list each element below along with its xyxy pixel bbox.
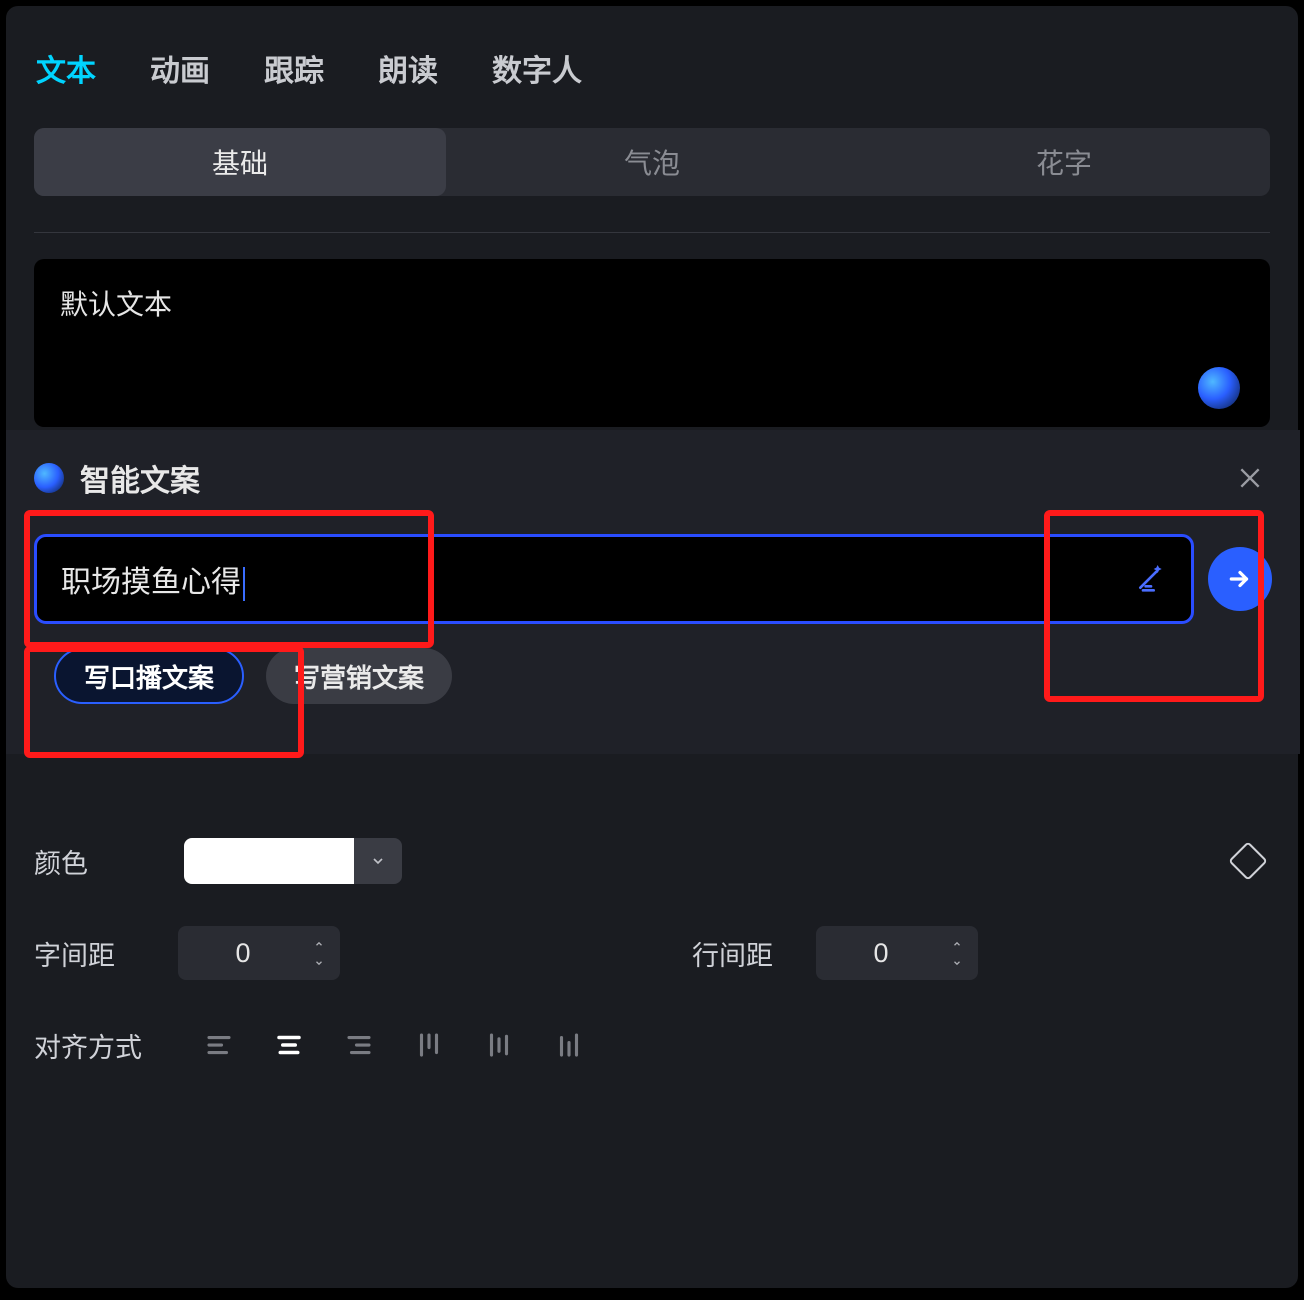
align-left-button[interactable] xyxy=(184,1018,254,1072)
color-label: 颜色 xyxy=(34,842,164,881)
chip-marketing-copy[interactable]: 写营销文案 xyxy=(266,648,452,704)
tab-digital-human[interactable]: 数字人 xyxy=(492,46,582,90)
alignment-group xyxy=(184,1018,604,1072)
vertical-align-center-icon xyxy=(484,1030,514,1060)
magic-wand-icon[interactable] xyxy=(1135,561,1167,598)
color-picker[interactable] xyxy=(184,834,402,888)
primary-tabs: 文本 动画 跟踪 朗读 数字人 xyxy=(6,16,1298,118)
chevron-down-icon xyxy=(370,853,386,869)
align-right-button[interactable] xyxy=(324,1018,394,1072)
vertical-align-left-icon xyxy=(414,1030,444,1060)
alignment-label: 对齐方式 xyxy=(34,1026,164,1065)
close-button[interactable] xyxy=(1230,458,1270,498)
close-icon xyxy=(1237,465,1263,491)
align-center-icon xyxy=(274,1030,304,1060)
color-swatch[interactable] xyxy=(184,838,354,884)
smart-copy-popup: 智能文案 职场摸鱼心得 xyxy=(6,430,1300,754)
popup-title: 智能文案 xyxy=(80,456,200,500)
letter-spacing-value: 0 xyxy=(178,938,308,969)
chevron-up-icon xyxy=(951,939,963,949)
divider xyxy=(34,232,1270,233)
ai-assist-icon[interactable] xyxy=(1198,367,1240,409)
letter-spacing-label: 字间距 xyxy=(34,934,164,973)
subtab-bubble[interactable]: 气泡 xyxy=(446,128,858,196)
subtab-basic[interactable]: 基础 xyxy=(34,128,446,196)
subtab-fancy-text[interactable]: 花字 xyxy=(858,128,1270,196)
line-spacing-value: 0 xyxy=(816,938,946,969)
prompt-input[interactable]: 职场摸鱼心得 xyxy=(34,534,1194,624)
arrow-right-icon xyxy=(1227,566,1253,592)
vertical-align-center-button[interactable] xyxy=(464,1018,534,1072)
text-content-input[interactable]: 默认文本 xyxy=(34,259,1270,427)
vertical-align-right-button[interactable] xyxy=(534,1018,604,1072)
align-left-icon xyxy=(204,1030,234,1060)
chip-voiceover-script[interactable]: 写口播文案 xyxy=(54,648,244,704)
text-content-value: 默认文本 xyxy=(60,289,172,320)
text-properties-panel: 文本 动画 跟踪 朗读 数字人 基础 气泡 花字 默认文本 智能文案 职场摸鱼心… xyxy=(6,6,1298,1288)
line-spacing-up[interactable] xyxy=(946,935,968,953)
tab-read-aloud[interactable]: 朗读 xyxy=(378,46,438,90)
vertical-align-left-button[interactable] xyxy=(394,1018,464,1072)
tab-animation[interactable]: 动画 xyxy=(150,46,210,90)
align-right-icon xyxy=(344,1030,374,1060)
letter-spacing-input[interactable]: 0 xyxy=(178,926,340,980)
letter-spacing-up[interactable] xyxy=(308,935,330,953)
vertical-align-right-icon xyxy=(554,1030,584,1060)
ai-orb-icon xyxy=(34,463,64,493)
chevron-up-icon xyxy=(313,939,325,949)
line-spacing-label: 行间距 xyxy=(692,934,802,973)
line-spacing-input[interactable]: 0 xyxy=(816,926,978,980)
letter-spacing-down[interactable] xyxy=(308,954,330,972)
tab-tracking[interactable]: 跟踪 xyxy=(264,46,324,90)
color-dropdown-toggle[interactable] xyxy=(354,838,402,884)
line-spacing-down[interactable] xyxy=(946,954,968,972)
chevron-down-icon xyxy=(951,958,963,968)
keyframe-diamond-icon[interactable] xyxy=(1228,841,1268,881)
tab-text[interactable]: 文本 xyxy=(36,46,96,90)
align-center-button[interactable] xyxy=(254,1018,324,1072)
style-sub-tabs: 基础 气泡 花字 xyxy=(34,128,1270,196)
prompt-input-text: 职场摸鱼心得 xyxy=(61,557,1121,601)
chevron-down-icon xyxy=(313,958,325,968)
submit-button[interactable] xyxy=(1208,547,1272,611)
